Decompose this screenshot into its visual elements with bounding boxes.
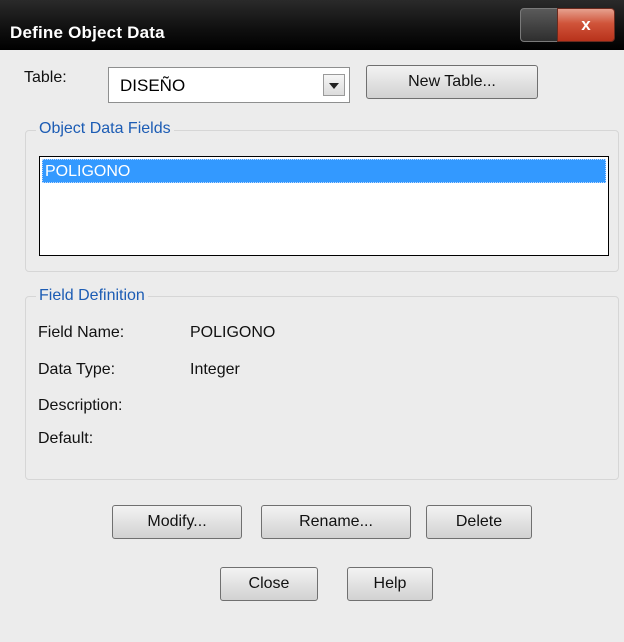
data-type-label: Data Type: (38, 361, 116, 378)
table-dropdown-value: DISEÑO (120, 76, 186, 95)
table-label: Table: (24, 69, 67, 86)
modify-button[interactable]: Modify... (112, 505, 242, 539)
list-item[interactable]: POLIGONO (42, 159, 606, 183)
close-button[interactable]: Close (220, 567, 318, 601)
close-window-button[interactable]: x (557, 8, 615, 42)
field-definition-title: Field Definition (36, 287, 148, 305)
default-label: Default: (38, 430, 94, 447)
object-data-fields-list[interactable]: POLIGONO (39, 156, 609, 256)
help-button[interactable]: Help (347, 567, 433, 601)
chevron-down-icon[interactable] (323, 74, 345, 96)
rename-button[interactable]: Rename... (261, 505, 411, 539)
define-object-data-dialog: Define Object Data x Table: DISEÑO New T… (0, 0, 624, 642)
description-label: Description: (38, 397, 123, 414)
title-bar[interactable]: Define Object Data x (0, 0, 624, 50)
new-table-button[interactable]: New Table... (366, 65, 538, 99)
delete-button[interactable]: Delete (426, 505, 532, 539)
field-name-value: POLIGONO (190, 324, 276, 341)
data-type-value: Integer (190, 361, 240, 378)
object-data-fields-title: Object Data Fields (36, 120, 174, 138)
window-title: Define Object Data (10, 23, 165, 42)
table-dropdown[interactable]: DISEÑO (108, 67, 350, 103)
field-name-label: Field Name: (38, 324, 125, 341)
